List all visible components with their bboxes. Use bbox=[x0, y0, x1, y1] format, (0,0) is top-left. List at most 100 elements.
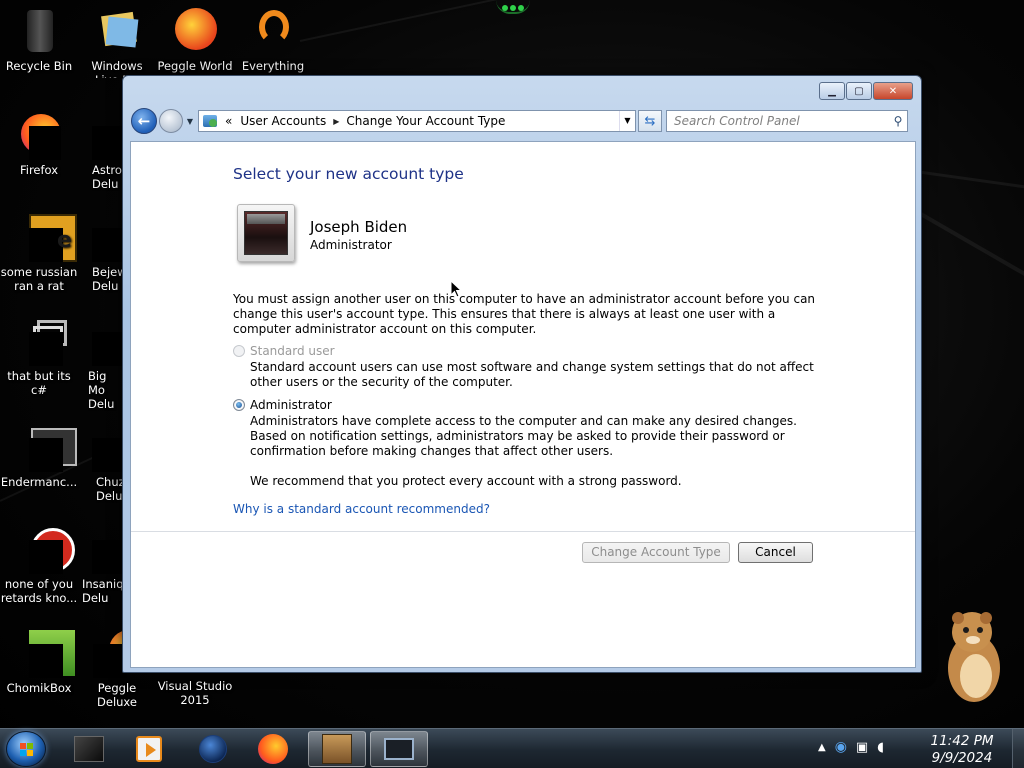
desktop-icon-recycle-bin[interactable]: Recycle Bin bbox=[0, 8, 78, 73]
taskbar: ▲ ◉ ▣ ◖ 11:42 PM 9/9/2024 bbox=[0, 728, 1024, 768]
game-icon bbox=[92, 318, 124, 366]
taskbar-media-player[interactable] bbox=[120, 731, 178, 767]
why-standard-account-link[interactable]: Why is a standard account recommended? bbox=[233, 502, 490, 516]
game-icon bbox=[92, 424, 124, 472]
taskbar-clock[interactable]: 11:42 PM 9/9/2024 bbox=[914, 733, 1010, 767]
administrator-label[interactable]: Administrator bbox=[250, 398, 332, 412]
breadcrumb-separator-icon[interactable]: ▶ bbox=[333, 117, 339, 126]
desktop-icon-firefox[interactable]: Firefox bbox=[0, 112, 78, 177]
desktop-icon-bejeweled-deluxe[interactable]: Bejew Delu bbox=[78, 214, 124, 293]
game-icon bbox=[92, 214, 124, 262]
desktop-icon-insaniquarium-deluxe[interactable]: Insaniq Delu bbox=[78, 526, 124, 605]
back-button[interactable]: ← bbox=[131, 108, 157, 134]
top-glow-decoration bbox=[496, 0, 530, 14]
app-window-icon bbox=[15, 424, 77, 472]
desktop-icon-some-russian[interactable]: e some russian ran a rat bbox=[0, 214, 78, 293]
desktop-icon-chuzzle-deluxe[interactable]: Chuz Delu bbox=[78, 424, 124, 503]
address-dropdown-icon[interactable]: ▼ bbox=[619, 111, 635, 131]
stacked-windows-icon bbox=[15, 318, 67, 366]
peggle-icon bbox=[171, 8, 219, 56]
administrator-description: Administrators have complete access to t… bbox=[250, 414, 797, 458]
dark-box-icon bbox=[74, 736, 104, 762]
taskbar-firefox[interactable] bbox=[244, 731, 302, 767]
maximize-button[interactable]: ▢ bbox=[846, 82, 872, 100]
page-title: Select your new account type bbox=[233, 165, 464, 183]
system-tray: ▲ ◉ ▣ ◖ bbox=[818, 739, 893, 755]
administrator-option[interactable]: Administrator bbox=[233, 398, 332, 412]
taskbar-control-panel[interactable] bbox=[370, 731, 428, 767]
address-bar[interactable]: « User Accounts ▶ Change Your Account Ty… bbox=[198, 110, 636, 132]
close-button[interactable]: ✕ bbox=[873, 82, 913, 100]
cancel-button[interactable]: Cancel bbox=[738, 542, 813, 563]
window-controls: ▁ ▢ ✕ bbox=[818, 82, 913, 100]
recent-pages-button[interactable]: ▼ bbox=[184, 117, 196, 126]
desktop-icon-big-money-deluxe[interactable]: Big Mo Delu bbox=[78, 318, 124, 411]
game-icon bbox=[92, 526, 124, 574]
start-button[interactable] bbox=[6, 731, 46, 767]
arrow-left-icon: ← bbox=[137, 112, 151, 130]
desktop-icon-none-of-you[interactable]: none of you retards kno... bbox=[0, 526, 78, 605]
everything-search-icon bbox=[249, 8, 297, 56]
footer-divider bbox=[131, 531, 915, 532]
monitor-icon[interactable]: ▣ bbox=[856, 740, 868, 755]
globe-icon bbox=[199, 735, 227, 763]
desktop-icon-that-but-its-csharp[interactable]: that but its c# bbox=[0, 318, 78, 397]
desktop-icon-everything[interactable]: Everything bbox=[234, 8, 312, 73]
search-icon[interactable]: ⚲ bbox=[889, 114, 907, 128]
standard-user-radio[interactable] bbox=[233, 345, 245, 357]
firefox-icon bbox=[258, 734, 288, 764]
network-globe-icon[interactable]: ◉ bbox=[835, 739, 847, 755]
show-hidden-icons-icon[interactable]: ▲ bbox=[818, 742, 826, 753]
control-panel-window-icon bbox=[384, 738, 414, 760]
chomikbox-icon bbox=[15, 630, 75, 678]
administrator-radio[interactable] bbox=[233, 399, 245, 411]
standard-user-option: Standard user bbox=[233, 344, 335, 358]
close-icon: ✕ bbox=[888, 85, 898, 97]
folder-stack-icon bbox=[93, 8, 141, 56]
address-row: ← ▼ « User Accounts ▶ Change Your Accoun… bbox=[131, 108, 915, 134]
taskbar-chomikbox[interactable] bbox=[308, 731, 366, 767]
app-icon: e bbox=[15, 214, 77, 262]
breadcrumb-overflow[interactable]: « bbox=[225, 114, 232, 128]
change-account-type-button[interactable]: Change Account Type bbox=[582, 542, 730, 563]
desktop-icon-windows-live[interactable]: Windows Live Ma bbox=[78, 8, 156, 78]
chevron-down-icon: ▼ bbox=[186, 116, 194, 126]
desktop-icon-chomikbox[interactable]: ChomikBox bbox=[0, 630, 78, 695]
clock-time: 11:42 PM bbox=[930, 733, 994, 749]
breadcrumb-user-accounts[interactable]: User Accounts bbox=[240, 114, 326, 128]
minimize-icon: ▁ bbox=[828, 85, 836, 97]
taskbar-app-1[interactable] bbox=[60, 731, 118, 767]
breadcrumb-change-account-type[interactable]: Change Your Account Type bbox=[346, 114, 505, 128]
control-panel-icon bbox=[203, 113, 219, 129]
user-role: Administrator bbox=[310, 238, 392, 252]
control-panel-window: ▁ ▢ ✕ ← ▼ « User Accounts ▶ Change Your … bbox=[122, 75, 922, 673]
desktop-icon-astro-deluxe[interactable]: Astro Delu bbox=[78, 112, 124, 191]
taskbar-globe-app[interactable] bbox=[184, 731, 242, 767]
game-icon bbox=[92, 112, 124, 160]
media-player-icon bbox=[136, 736, 162, 762]
hamster-gadget-icon[interactable] bbox=[934, 606, 1014, 706]
desktop-icon-endermanch[interactable]: Endermanc... bbox=[0, 424, 78, 489]
minimize-button[interactable]: ▁ bbox=[819, 82, 845, 100]
windows-logo-icon bbox=[20, 743, 34, 757]
password-recommendation: We recommend that you protect every acco… bbox=[250, 474, 682, 488]
refresh-icon: ⇆ bbox=[644, 113, 656, 129]
refresh-button[interactable]: ⇆ bbox=[638, 110, 662, 132]
recycle-bin-icon bbox=[15, 8, 63, 56]
standard-user-label: Standard user bbox=[250, 344, 335, 358]
search-input[interactable]: Search Control Panel ⚲ bbox=[666, 110, 908, 132]
forward-button[interactable] bbox=[159, 109, 183, 133]
user-name: Joseph Biden bbox=[310, 218, 408, 236]
app-icon bbox=[15, 526, 75, 574]
mouse-cursor-icon bbox=[450, 280, 462, 298]
user-avatar bbox=[237, 204, 295, 262]
desktop-icon-peggle-world[interactable]: Peggle World bbox=[156, 8, 234, 73]
standard-user-description: Standard account users can use most soft… bbox=[250, 360, 814, 389]
show-desktop-button[interactable] bbox=[1012, 729, 1024, 768]
admin-notice: You must assign another user on this com… bbox=[233, 292, 816, 336]
maximize-icon: ▢ bbox=[854, 85, 864, 97]
content-pane: Select your new account type Joseph Bide… bbox=[130, 141, 916, 668]
search-placeholder: Search Control Panel bbox=[674, 114, 800, 128]
chomikbox-icon bbox=[322, 734, 352, 764]
volume-icon[interactable]: ◖ bbox=[877, 740, 884, 755]
